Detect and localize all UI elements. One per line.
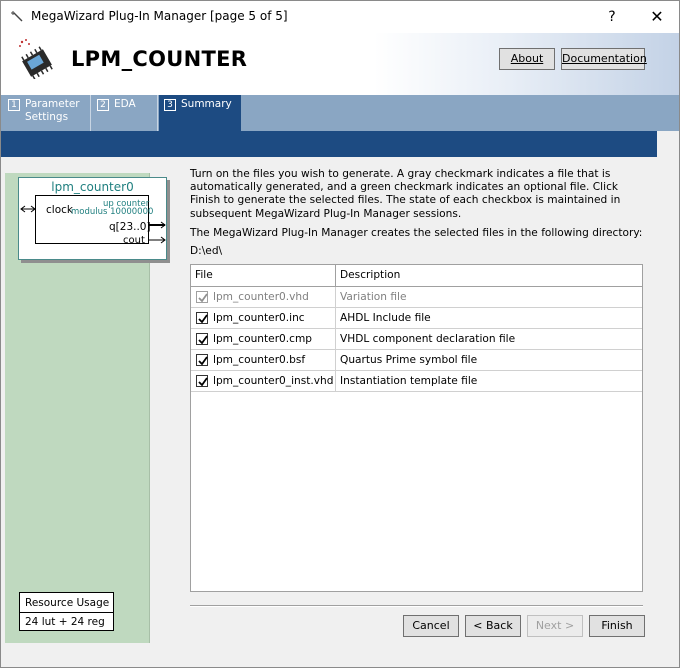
- table-row: lpm_counter0.vhd Variation file: [191, 287, 642, 308]
- close-button[interactable]: ✕: [643, 5, 671, 29]
- counter-symbol: lpm_counter0 clock up counter modulus 10…: [18, 177, 167, 260]
- resource-usage-title: Resource Usage: [25, 597, 110, 609]
- page-title: LPM_COUNTER: [71, 47, 248, 71]
- tab-number: 3: [164, 99, 176, 111]
- table-row: lpm_counter0.cmp VHDL component declarat…: [191, 329, 642, 350]
- tab-bar: 1 Parameter Settings 2 EDA 3 Summary: [1, 95, 679, 131]
- file-cell: lpm_counter0.bsf: [191, 350, 336, 370]
- table-row: lpm_counter0.bsf Quartus Prime symbol fi…: [191, 350, 642, 371]
- table-row: lpm_counter0_inst.vhd Instantiation temp…: [191, 371, 642, 392]
- title-bar: MegaWizard Plug-In Manager [page 5 of 5]…: [1, 1, 679, 33]
- table-row: lpm_counter0.inc AHDL Include file: [191, 308, 642, 329]
- file-checkbox[interactable]: [196, 291, 208, 303]
- cancel-button[interactable]: Cancel: [403, 615, 459, 637]
- resource-divider: [20, 612, 113, 613]
- tab-label: Summary: [181, 98, 232, 110]
- finish-button[interactable]: Finish: [589, 615, 645, 637]
- tab-parameter-settings[interactable]: 1 Parameter Settings: [3, 95, 91, 131]
- next-button[interactable]: Next >: [527, 615, 583, 637]
- description-cell: VHDL component declaration file: [340, 333, 516, 345]
- window-title: MegaWizard Plug-In Manager [page 5 of 5]: [31, 9, 288, 23]
- check-icon: [198, 335, 208, 345]
- about-button[interactable]: About: [499, 48, 555, 70]
- directory-label: The MegaWizard Plug-In Manager creates t…: [190, 227, 643, 239]
- file-checkbox[interactable]: [196, 375, 208, 387]
- modulus-label: modulus 10000000: [71, 207, 154, 217]
- q-pin-label: q[23..0]: [109, 221, 151, 233]
- help-button[interactable]: ?: [599, 5, 625, 29]
- chip-icon: [19, 39, 53, 79]
- file-name: lpm_counter0.inc: [213, 312, 305, 324]
- file-name: lpm_counter0.bsf: [213, 354, 306, 366]
- file-cell: lpm_counter0.vhd: [191, 287, 336, 307]
- clock-pin-label: clock: [46, 204, 73, 216]
- instructions-text: Turn on the files you wish to generate. …: [190, 168, 621, 220]
- documentation-button[interactable]: Documentation: [561, 48, 647, 70]
- directory-path: D:\ed\: [190, 245, 223, 257]
- column-header-description[interactable]: Description: [336, 265, 642, 286]
- file-cell: lpm_counter0.inc: [191, 308, 336, 328]
- file-table: File Description lpm_counter0.vhd Variat…: [190, 264, 643, 592]
- column-header-file[interactable]: File: [191, 265, 336, 286]
- description-cell: Quartus Prime symbol file: [340, 354, 478, 366]
- file-name: lpm_counter0.vhd: [213, 291, 309, 303]
- description-cell: AHDL Include file: [340, 312, 431, 324]
- tab-label: EDA: [114, 98, 136, 110]
- header-banner: LPM_COUNTER About Documentation: [1, 33, 679, 95]
- file-cell: lpm_counter0_inst.vhd: [191, 371, 336, 391]
- tab-summary[interactable]: 3 Summary: [159, 95, 241, 131]
- check-icon: [198, 293, 208, 303]
- check-icon: [198, 356, 208, 366]
- file-checkbox[interactable]: [196, 354, 208, 366]
- tab-eda[interactable]: 2 EDA: [92, 95, 158, 131]
- description-cell: Variation file: [340, 291, 407, 303]
- resource-usage-box: Resource Usage 24 lut + 24 reg: [19, 592, 114, 631]
- file-cell: lpm_counter0.cmp: [191, 329, 336, 349]
- tab-label: Parameter Settings: [25, 98, 80, 123]
- tab-number: 2: [97, 99, 109, 111]
- description-cell: Instantiation template file: [340, 375, 478, 387]
- file-checkbox[interactable]: [196, 312, 208, 324]
- check-icon: [198, 377, 208, 387]
- about-button-label: About: [510, 52, 544, 65]
- tab-number: 1: [8, 99, 20, 111]
- symbol-pins: [20, 205, 166, 244]
- tab-strip: [1, 131, 657, 157]
- file-name: lpm_counter0_inst.vhd: [213, 375, 334, 387]
- resource-usage-value: 24 lut + 24 reg: [25, 616, 105, 628]
- symbol-panel-top: [5, 157, 150, 173]
- table-header: File Description: [191, 265, 642, 287]
- documentation-button-label: Documentation: [562, 52, 647, 65]
- back-button[interactable]: < Back: [465, 615, 521, 637]
- file-name: lpm_counter0.cmp: [213, 333, 313, 345]
- wand-icon: [11, 11, 23, 22]
- file-checkbox[interactable]: [196, 333, 208, 345]
- cout-pin-label: cout: [123, 235, 145, 246]
- check-icon: [198, 314, 208, 324]
- footer-separator: [190, 605, 643, 607]
- megawizard-window: MegaWizard Plug-In Manager [page 5 of 5]…: [0, 0, 680, 668]
